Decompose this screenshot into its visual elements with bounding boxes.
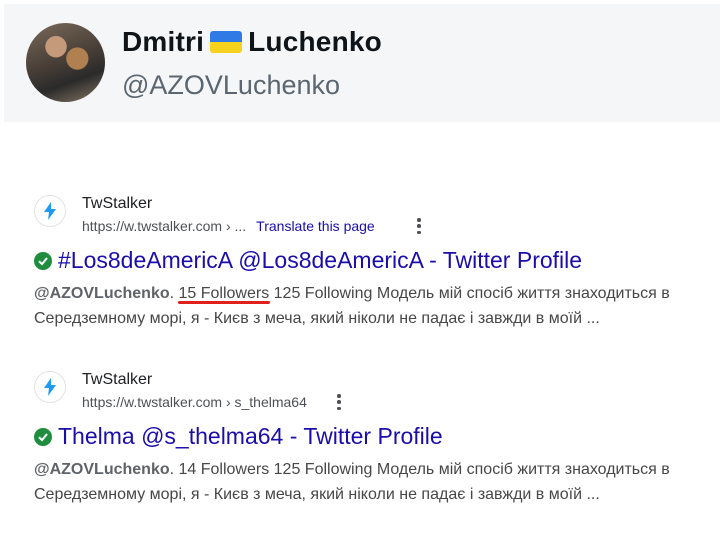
profile-handle: @AZOVLuchenko xyxy=(122,70,341,100)
result-url-text[interactable]: https://w.twstalker.com › s_thelma64 xyxy=(82,394,307,410)
profile-card: Dmitri Luchenko @AZOVLuchenko xyxy=(4,4,720,122)
profile-last-name: Luchenko xyxy=(248,26,382,57)
twstalker-favicon-icon[interactable] xyxy=(34,371,66,403)
avatar[interactable] xyxy=(26,23,105,102)
result-title-row[interactable]: #Los8deAmericA @Los8deAmericA - Twitter … xyxy=(34,247,582,274)
snippet-line2: Середземному морі, я - Києв з меча, який… xyxy=(34,486,600,503)
more-options-icon[interactable] xyxy=(414,217,424,235)
profile-name: Dmitri Luchenko xyxy=(122,26,382,58)
snippet-followers: 15 Followers xyxy=(178,285,270,302)
result-url[interactable]: https://w.twstalker.com › ... Translate … xyxy=(82,218,375,234)
profile-first-name: Dmitri xyxy=(122,26,205,57)
snippet-line1: 125 Following Модель мій спосіб життя зн… xyxy=(269,285,670,302)
result-snippet: @AZOVLuchenko. 14 Followers 125 Followin… xyxy=(34,457,714,507)
result-title-link[interactable]: Thelma @s_thelma64 - Twitter Profile xyxy=(58,423,443,450)
more-options-icon[interactable] xyxy=(334,393,344,411)
snippet-handle: @AZOVLuchenko xyxy=(34,461,170,478)
verified-check-icon xyxy=(34,427,52,446)
result-url[interactable]: https://w.twstalker.com › s_thelma64 xyxy=(82,394,307,410)
snippet-line2: Середземному морі, я - Києв з меча, який… xyxy=(34,310,600,327)
result-title-link[interactable]: #Los8deAmericA @Los8deAmericA - Twitter … xyxy=(58,247,582,274)
snippet-followers: 14 Followers xyxy=(178,461,270,478)
result-site-name[interactable]: TwStalker xyxy=(82,195,152,213)
result-site-name[interactable]: TwStalker xyxy=(82,371,152,389)
result-title-row[interactable]: Thelma @s_thelma64 - Twitter Profile xyxy=(34,423,443,450)
verified-check-icon xyxy=(34,251,52,270)
snippet-handle: @AZOVLuchenko xyxy=(34,285,170,302)
translate-link[interactable]: Translate this page xyxy=(256,218,375,234)
twstalker-favicon-icon[interactable] xyxy=(34,195,66,227)
ukraine-flag-icon xyxy=(210,31,243,53)
snippet-line1: 125 Following Модель мій спосіб життя зн… xyxy=(269,461,670,478)
result-url-text[interactable]: https://w.twstalker.com › ... xyxy=(82,218,246,234)
result-snippet: @AZOVLuchenko. 15 Followers 125 Followin… xyxy=(34,281,714,331)
